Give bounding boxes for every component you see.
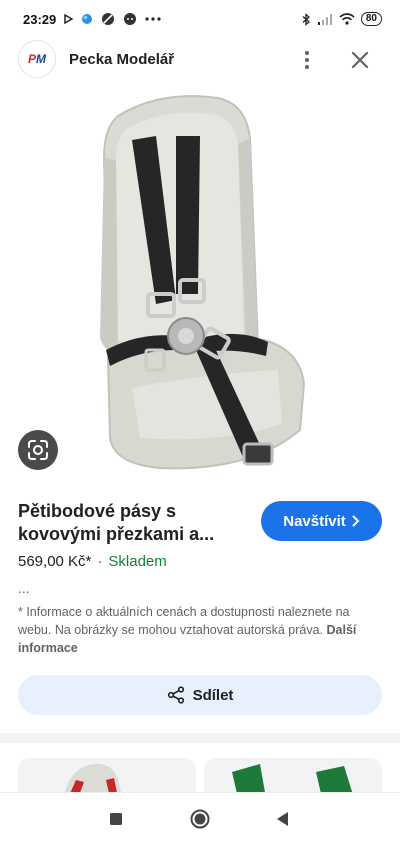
recents-button[interactable]	[104, 807, 128, 831]
signal-icon	[317, 13, 333, 25]
play-icon	[64, 14, 74, 24]
wifi-icon	[339, 13, 355, 25]
share-label: Sdílet	[192, 686, 234, 704]
site-logo[interactable]: PM	[18, 40, 56, 78]
product-title[interactable]: Pětibodové pásy s kovovými přezkami a...	[18, 500, 248, 546]
product-image[interactable]	[0, 88, 400, 480]
status-time: 23:29	[23, 11, 57, 27]
blue-dot-icon	[81, 13, 93, 25]
system-nav-bar	[0, 792, 400, 844]
home-button[interactable]	[188, 807, 212, 831]
price-row: 569,00 Kč* · Skladem	[18, 553, 167, 570]
logo-letter-m: M	[36, 52, 46, 66]
logo-letter-p: P	[27, 52, 36, 66]
info-text: * Informace o aktuálních cenách a dostup…	[18, 605, 350, 637]
close-icon	[351, 51, 369, 69]
bluetooth-icon	[302, 12, 311, 26]
status-right: 80	[302, 12, 382, 26]
more-dots-icon	[145, 16, 161, 22]
price: 569,00 Kč*	[18, 553, 92, 570]
google-lens-button[interactable]	[18, 430, 58, 470]
share-icon	[167, 686, 184, 704]
status-bar: 23:29 80	[0, 0, 400, 38]
home-circle-icon	[190, 809, 210, 829]
chat-icon	[123, 12, 137, 26]
price-info-notice: * Informace o aktuálních cenách a dostup…	[18, 603, 382, 657]
battery-indicator: 80	[360, 12, 382, 26]
circle-slash-icon	[101, 12, 115, 26]
visit-button[interactable]: Navštívit	[261, 501, 382, 541]
description-ellipsis: ...	[18, 580, 30, 596]
lens-icon	[28, 440, 48, 460]
chevron-right-icon	[352, 515, 360, 527]
more-options-button[interactable]	[296, 48, 318, 72]
visit-label: Navštívit	[283, 512, 346, 530]
separator-dot: ·	[97, 553, 103, 570]
section-divider	[0, 733, 400, 743]
close-button[interactable]	[347, 47, 373, 73]
share-button[interactable]: Sdílet	[18, 675, 382, 715]
stock-status: Skladem	[108, 553, 167, 570]
back-triangle-icon	[277, 812, 288, 826]
result-header: PM Pecka Modelář	[0, 38, 400, 82]
square-icon	[110, 813, 122, 825]
status-left: 23:29	[23, 12, 161, 27]
site-name[interactable]: Pecka Modelář	[69, 51, 174, 68]
more-vert-icon	[305, 51, 309, 55]
back-button[interactable]	[270, 807, 294, 831]
